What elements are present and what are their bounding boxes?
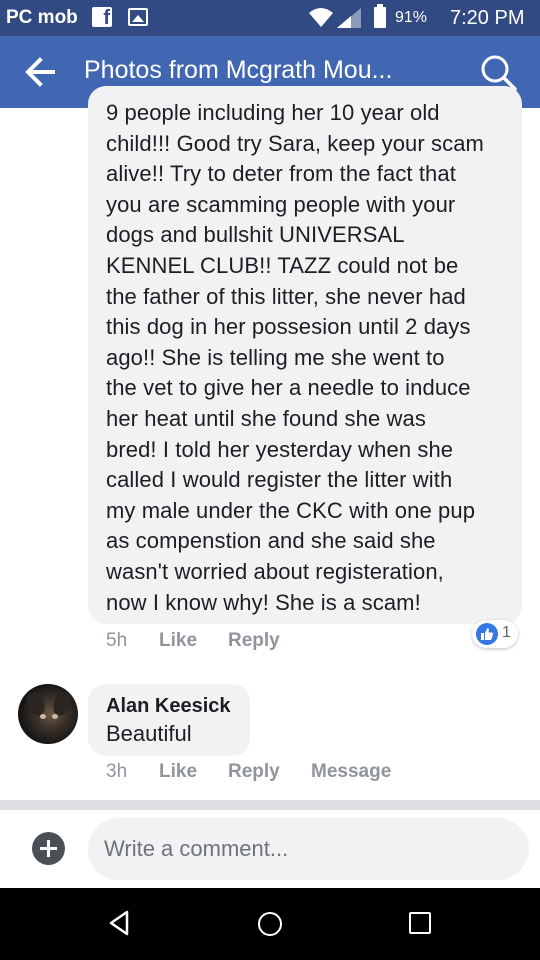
carrier-label: PC mob xyxy=(6,7,78,28)
comment-timestamp: 5h xyxy=(106,630,128,651)
divider xyxy=(0,800,540,810)
comment-line: the father of this litter, she never had xyxy=(106,283,466,309)
wifi-icon xyxy=(309,8,333,27)
image-notification-icon xyxy=(128,8,148,26)
page-title: Photos from Mcgrath Mou... xyxy=(84,56,393,84)
nav-back-icon[interactable] xyxy=(108,910,130,936)
comment-line: KENNEL CLUB!! TAZZ could not be xyxy=(106,252,459,278)
reply-like-button[interactable]: Like xyxy=(159,761,197,783)
nav-home-icon[interactable] xyxy=(258,912,282,936)
comment-line: alive!! Try to deter from the fact that xyxy=(106,161,456,187)
comment-line: her heat until she found she was xyxy=(106,405,426,431)
battery-percent: 91% xyxy=(395,9,428,26)
comment-line: dogs and bullshit UNIVERSAL xyxy=(106,222,405,248)
comment-like-button[interactable]: Like xyxy=(159,630,197,652)
facebook-notification-icon: f xyxy=(92,7,112,27)
arrow-left-icon[interactable] xyxy=(24,56,58,88)
nav-recents-icon[interactable] xyxy=(409,912,431,934)
thumbs-up-icon xyxy=(476,623,498,645)
clock: 7:20 PM xyxy=(450,7,525,29)
comment-line: wasn't worried about registeration, xyxy=(106,558,444,584)
comment-line: this dog in her possesion until 2 days xyxy=(106,314,471,340)
reply-timestamp: 3h xyxy=(106,761,128,782)
comment-line: ago!! She is telling me she went to xyxy=(106,344,445,370)
status-bar: PC mob f 91% 7:20 PM xyxy=(0,0,540,36)
reply-text: Beautiful xyxy=(106,721,192,746)
comment-reply-button[interactable]: Reply xyxy=(228,630,280,652)
battery-icon xyxy=(374,4,386,28)
reaction-count: 1 xyxy=(502,624,511,641)
comment-line: my male under the CKC with one pup xyxy=(106,497,476,523)
comment-text: 9 people including her 10 year old child… xyxy=(106,98,514,618)
comment-input[interactable] xyxy=(88,818,529,880)
reply-author[interactable]: Alan Keesick xyxy=(106,695,231,718)
reaction-badge[interactable]: 1 xyxy=(472,620,518,648)
comment-line: the vet to give her a needle to induce xyxy=(106,375,471,401)
avatar[interactable] xyxy=(18,684,78,744)
comment-line: now I know why! She is a scam! xyxy=(106,589,421,615)
comment-line: child!!! Good try Sara, keep your scam xyxy=(106,130,484,156)
comment-line: bred! I told her yesterday when she xyxy=(106,436,454,462)
comment-line: called I would register the litter with xyxy=(106,467,453,493)
comment-line: 9 people including her 10 year old xyxy=(106,100,440,125)
reply-message-button[interactable]: Message xyxy=(311,761,391,783)
comment-line: you are scamming people with your xyxy=(106,191,456,217)
comment-line: as compenstion and she said she xyxy=(106,528,436,554)
plus-circle-icon[interactable] xyxy=(32,832,65,865)
reply-reply-button[interactable]: Reply xyxy=(228,761,280,783)
signal-icon xyxy=(337,8,361,28)
